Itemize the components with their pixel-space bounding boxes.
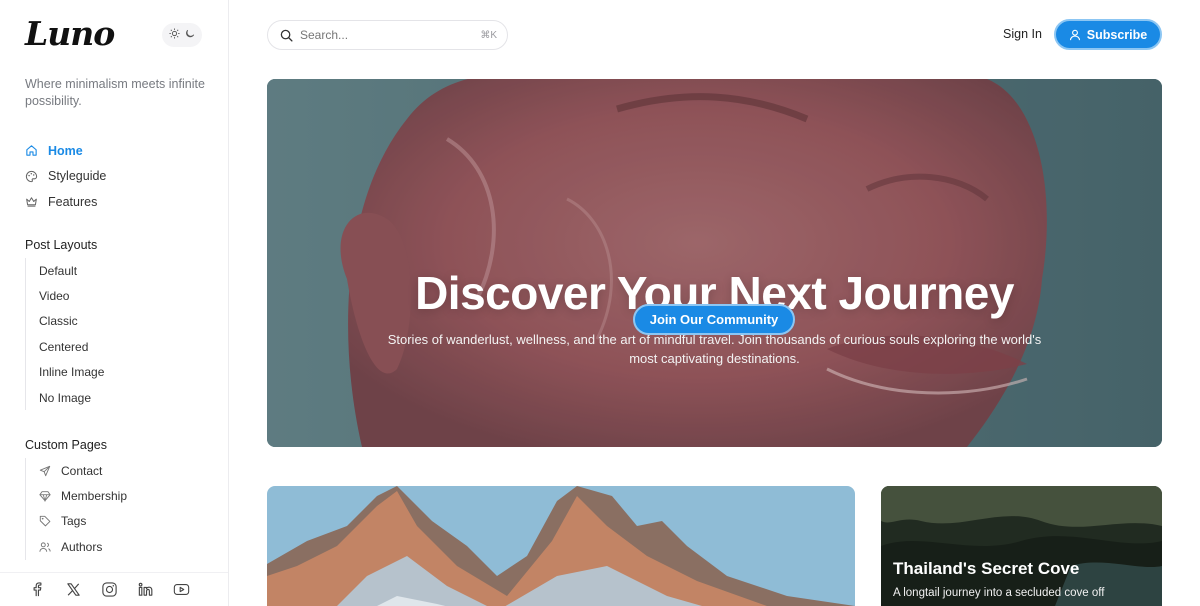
layout-item-centered[interactable]: Centered xyxy=(39,334,104,359)
instagram-icon[interactable] xyxy=(101,581,118,598)
tag-icon xyxy=(39,515,51,527)
subscribe-button[interactable]: Subscribe xyxy=(1054,19,1162,50)
diamond-icon xyxy=(39,490,51,503)
moon-icon xyxy=(185,29,195,42)
page-item-label: Contact xyxy=(61,463,103,478)
users-icon xyxy=(39,541,51,553)
card-title: Thailand's Secret Cove xyxy=(893,559,1080,578)
logo[interactable]: Luno xyxy=(25,14,115,53)
search-placeholder: Search... xyxy=(300,28,349,42)
page-item-authors[interactable]: Authors xyxy=(39,534,127,559)
youtube-icon[interactable] xyxy=(173,581,190,598)
post-layouts-heading: Post Layouts xyxy=(25,238,98,252)
sign-in-link[interactable]: Sign In xyxy=(1003,27,1042,41)
social-links xyxy=(0,572,228,606)
post-card-thailand[interactable]: Thailand's Secret Cove A longtail journe… xyxy=(881,486,1162,606)
search-icon xyxy=(280,29,293,42)
hero-banner: Discover Your Next Journey Stories of wa… xyxy=(267,79,1162,447)
nav-item-label: Styleguide xyxy=(48,169,107,184)
custom-pages-heading: Custom Pages xyxy=(25,438,107,452)
post-layouts-list: Default Video Classic Centered Inline Im… xyxy=(25,258,104,411)
hero-image xyxy=(267,79,1162,447)
home-icon xyxy=(25,144,38,157)
search-input[interactable]: Search... ⌘K xyxy=(267,20,508,50)
page-item-contact[interactable]: Contact xyxy=(39,458,127,483)
layout-item-no-image[interactable]: No Image xyxy=(39,385,104,410)
custom-pages-list: Contact Membership Tags Authors xyxy=(25,458,127,560)
layout-item-video[interactable]: Video xyxy=(39,283,104,308)
page-item-membership[interactable]: Membership xyxy=(39,483,127,508)
page-item-label: Authors xyxy=(61,539,103,554)
send-icon xyxy=(39,465,51,477)
theme-toggle[interactable] xyxy=(162,23,202,47)
facebook-icon[interactable] xyxy=(29,581,46,598)
x-icon[interactable] xyxy=(65,581,82,598)
nav-item-features[interactable]: Features xyxy=(25,189,106,215)
card-description: A longtail journey into a secluded cove … xyxy=(893,587,1105,599)
user-icon xyxy=(1069,29,1081,41)
page-item-tags[interactable]: Tags xyxy=(39,509,127,534)
post-card-featured[interactable] xyxy=(267,486,855,606)
nav-item-home[interactable]: Home xyxy=(25,138,106,164)
subscribe-label: Subscribe xyxy=(1086,27,1148,42)
mountain-image xyxy=(267,486,855,606)
page-item-label: Tags xyxy=(61,514,87,529)
join-community-button[interactable]: Join Our Community xyxy=(633,304,795,335)
palette-icon xyxy=(25,170,38,183)
nav-item-label: Home xyxy=(48,143,83,158)
sun-icon xyxy=(169,28,180,42)
linkedin-icon[interactable] xyxy=(137,581,154,598)
tagline: Where minimalism meets infinite possibil… xyxy=(25,77,205,108)
nav-item-styleguide[interactable]: Styleguide xyxy=(25,164,106,190)
hero-description: Stories of wanderlust, wellness, and the… xyxy=(387,332,1042,366)
layout-item-classic[interactable]: Classic xyxy=(39,309,104,334)
search-shortcut: ⌘K xyxy=(480,29,497,41)
nav-item-label: Features xyxy=(48,194,98,209)
crown-icon xyxy=(25,195,38,208)
layout-item-inline-image[interactable]: Inline Image xyxy=(39,360,104,385)
layout-item-default[interactable]: Default xyxy=(39,258,104,283)
sidebar: Luno Where minimalism meets infinite pos… xyxy=(0,0,229,606)
page-item-label: Membership xyxy=(61,489,128,504)
main-nav: Home Styleguide Features xyxy=(25,138,106,215)
